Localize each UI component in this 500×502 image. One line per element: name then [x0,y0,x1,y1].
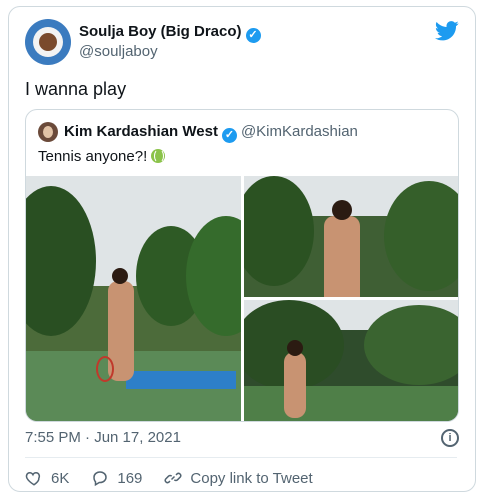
author-handle[interactable]: @souljaboy [79,43,158,60]
reply-icon [93,471,108,487]
quoted-author-row[interactable]: Kim Kardashian West ✓ @KimKardashian [64,123,358,143]
author-name[interactable]: Soulja Boy (Big Draco) [79,23,242,40]
quoted-author-handle[interactable]: @KimKardashian [241,123,358,140]
quoted-author-name[interactable]: Kim Kardashian West [64,123,218,140]
heart-icon [25,471,41,486]
verified-badge-icon: ✓ [221,128,237,143]
quoted-tweet[interactable]: Kim Kardashian West ✓ @KimKardashian Tenni… [25,109,459,422]
divider [25,457,457,458]
like-button[interactable]: 6K [25,469,69,487]
reply-count: 169 [117,469,143,487]
twitter-bird-icon[interactable] [435,21,459,41]
photo-3[interactable] [244,300,458,421]
link-icon [164,472,182,484]
info-icon[interactable]: i [441,429,459,447]
quoted-author-avatar[interactable] [38,122,58,142]
copy-link-button[interactable]: Copy link to Tweet [164,469,313,487]
tweet-timestamp[interactable]: 7:55 PM · Jun 17, 2021 [25,429,181,446]
quoted-tweet-text-row: Tennis anyone?! [38,148,166,165]
photo-1[interactable] [26,176,241,421]
tweet-card[interactable]: Soulja Boy (Big Draco) ✓ @souljaboy I wan… [8,6,476,492]
media-grid [26,176,458,421]
like-count: 6K [51,469,70,487]
copy-link-label: Copy link to Tweet [190,469,313,487]
tennis-ball-icon [151,149,166,163]
author-name-row[interactable]: Soulja Boy (Big Draco) ✓ [79,23,261,43]
tweet-text: I wanna play [25,79,127,99]
photo-2[interactable] [244,176,458,297]
quoted-tweet-text: Tennis anyone?! [38,148,148,165]
reply-button[interactable]: 169 [91,469,142,487]
verified-badge-icon: ✓ [245,28,261,43]
action-bar: 6K 169 Copy link to Tweet [25,467,313,489]
author-avatar[interactable] [25,19,71,65]
